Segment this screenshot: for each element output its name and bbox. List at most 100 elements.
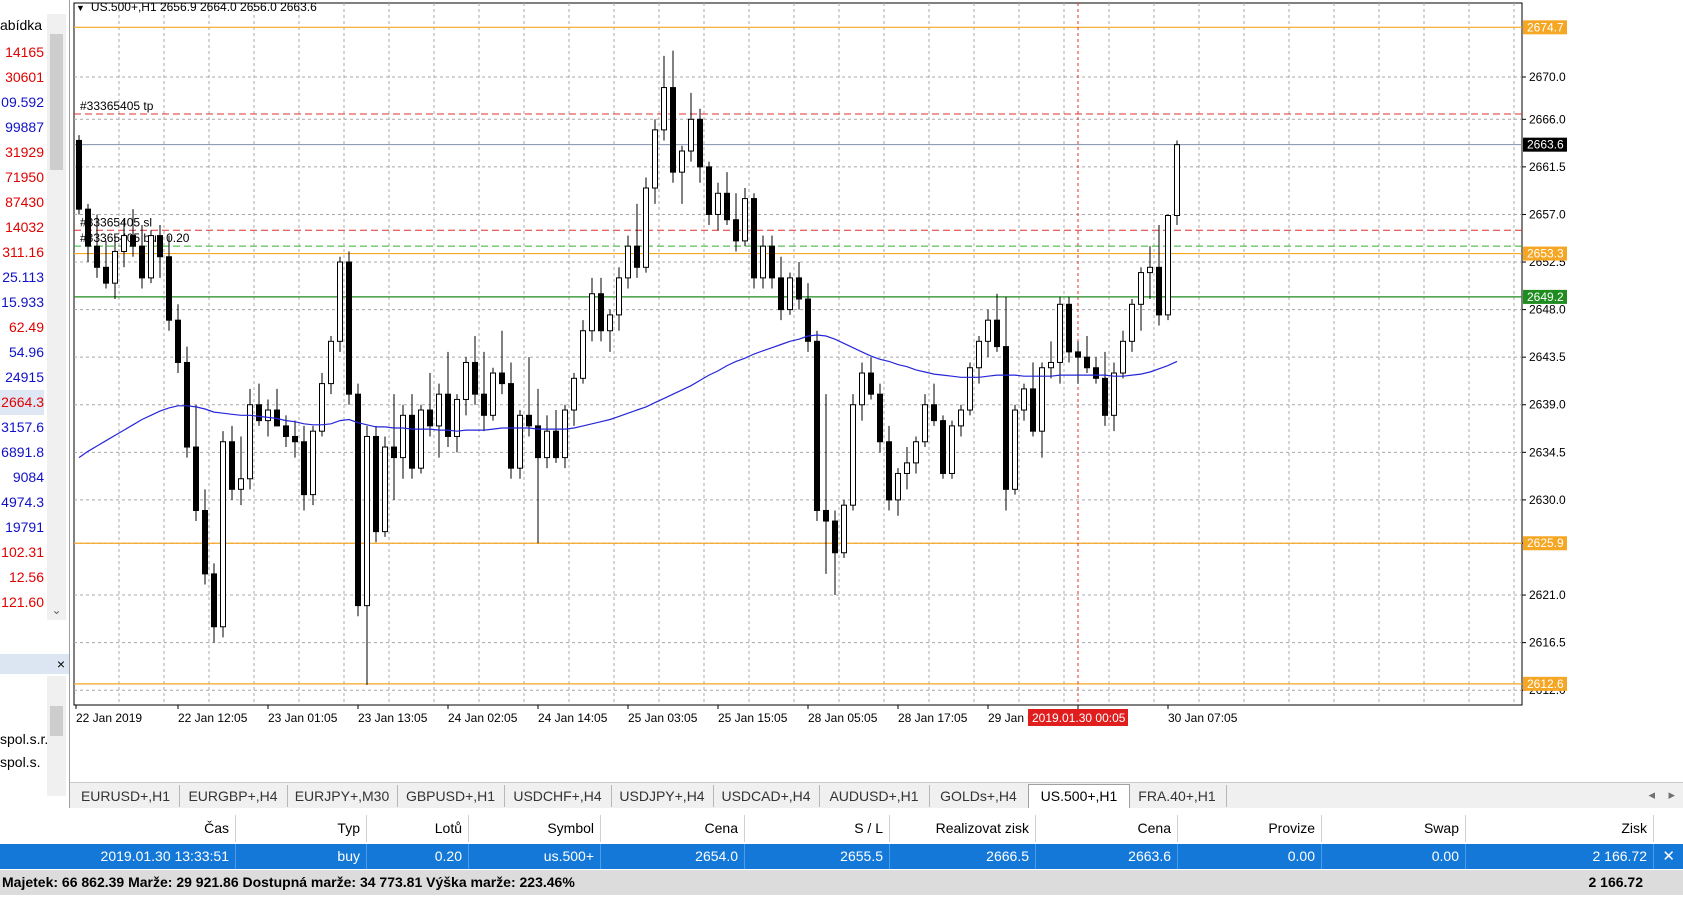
market-watch-value: 30601 [5,69,44,85]
tab-scroll-left-icon[interactable]: ◂ [1648,787,1655,803]
tab-usdjpy-h4[interactable]: USDJPY+,H4 [611,785,714,807]
tab-scroll-right-icon[interactable]: ▸ [1668,787,1675,803]
tab-gbpusd-h1[interactable]: GBPUSD+,H1 [397,785,505,807]
triangle-down-icon[interactable]: ▼ [76,3,85,13]
market-watch-row[interactable]: 09.592 [0,90,44,115]
market-watch-row[interactable]: 99887 [0,115,44,140]
column-header[interactable]: Provize [1178,815,1322,842]
market-watch-row[interactable]: 87430 [0,190,44,215]
candle-body [670,87,676,173]
market-watch-value: 14165 [5,44,44,60]
column-header[interactable]: Cena [601,815,745,842]
market-watch-row[interactable]: 3157.6 [0,415,44,440]
candle-body [1021,388,1027,411]
market-watch-value: 24915 [5,369,44,385]
market-watch-value: 9084 [12,469,44,485]
market-watch-row[interactable]: 14032 [0,215,44,240]
market-watch-row[interactable]: 12.56 [0,565,44,590]
candle-body [751,198,757,279]
candle-body [229,441,235,490]
candle-body [265,409,271,422]
chart-title-text: US.500+,H1 2656.9 2664.0 2656.0 2663.6 [90,0,317,14]
market-watch-row[interactable]: 9084 [0,465,44,490]
column-header[interactable]: S / L [745,815,890,842]
market-watch-row[interactable]: 6891.8 [0,440,44,465]
tab-fra-40-h1[interactable]: FRA.40+,H1 [1128,785,1227,807]
candle-body [436,393,442,427]
tab-usdcad-h4[interactable]: USDCAD+,H4 [713,785,820,807]
column-header[interactable]: Lotů [367,815,469,842]
market-watch-row[interactable]: 24915 [0,365,44,390]
candle-body [643,187,649,268]
close-icon[interactable]: × [57,654,65,674]
chart-tabs-bar: ◂ ▸ EURUSD+,H1 EURGBP+,H4 EURJPY+,M30 GBPUS… [70,782,1683,809]
candle-body [373,435,379,533]
navigator-scrollbar[interactable] [47,676,66,796]
market-watch-row[interactable]: 19791 [0,515,44,540]
chevron-down-icon[interactable]: ⌄ [47,600,66,620]
market-watch-row[interactable]: 4974.3 [0,490,44,515]
tab-eurjpy-m30[interactable]: EURJPY+,M30 [287,785,398,807]
market-watch-row[interactable]: 121.60 [0,590,44,615]
x-tick-label: 25 Jan 03:05 [628,711,698,725]
column-header[interactable]: Zisk [1466,815,1654,842]
column-header[interactable]: Typ [236,815,367,842]
candle-body [589,293,595,332]
market-watch-rows: 14165 30601 09.592 99887 31929 71950 87430 1403… [0,40,44,615]
candle-body [571,377,577,411]
market-watch-value: 121.60 [1,594,44,610]
candle-body [904,462,910,474]
candle-body [76,139,82,210]
candle-body [292,435,298,443]
market-watch-value: 31929 [5,144,44,160]
candle-body [796,277,802,300]
candle-body [517,414,523,469]
market-watch-value: 54.96 [8,344,44,360]
chart-window[interactable]: #33365405 tp#33365405 sl#33365405 buy 0.… [70,0,1683,782]
candle-body [1075,351,1081,358]
tab-us-500-h1[interactable]: US.500+,H1 [1028,784,1130,809]
column-header[interactable]: Symbol [469,815,601,842]
column-header[interactable]: Swap [1322,815,1466,842]
market-watch-row[interactable]: 30601 [0,65,44,90]
candle-body [841,504,847,554]
market-watch-row[interactable]: 2664.3 [0,390,44,415]
market-watch-scrollbar[interactable]: ⌄ [47,14,66,620]
market-watch-row[interactable]: 15.933 [0,290,44,315]
candle-body [697,118,703,168]
column-header[interactable]: Realizovat zisk [890,815,1036,842]
account-summary: Majetek: 66 862.39 Marže: 29 921.86 Dost… [0,870,1683,895]
market-watch-row[interactable]: 311.16 [0,240,44,265]
account-item[interactable]: spol.s.r. [0,731,48,747]
table-row[interactable]: ✕ 2019.01.30 13:33:51 buy 0.20 us.500+ 2654.… [0,844,1683,869]
candle-body [805,298,811,342]
market-watch-row[interactable]: 31929 [0,140,44,165]
market-watch-value: 6891.8 [1,444,44,460]
table-cell: us.500+ [469,844,601,869]
market-watch-row[interactable]: 102.31 [0,540,44,565]
market-watch-row[interactable]: 25.113 [0,265,44,290]
scroll-thumb[interactable] [50,706,63,736]
candle-body [1156,266,1162,316]
price-chart[interactable]: #33365405 tp#33365405 sl#33365405 buy 0.… [70,0,1683,782]
candle-body [724,192,730,221]
market-watch-row[interactable]: 71950 [0,165,44,190]
tab-eurusd-h1[interactable]: EURUSD+,H1 [72,785,180,807]
market-watch-row[interactable]: 62.49 [0,315,44,340]
tab-eurgbp-h4[interactable]: EURGBP+,H4 [179,785,288,807]
candle-body [499,372,505,385]
scroll-thumb[interactable] [50,34,63,170]
close-position-icon[interactable]: ✕ [1662,844,1675,869]
candle-body [706,166,712,215]
tab-usdchf-h4[interactable]: USDCHF+,H4 [504,785,612,807]
tab-golds-h4[interactable]: GOLDs+,H4 [929,785,1029,807]
tab-audusd-h1[interactable]: AUDUSD+,H1 [819,785,930,807]
market-watch-row[interactable]: 14165 [0,40,44,65]
y-tick-label: 2639.0 [1529,398,1566,412]
candle-body [1048,361,1054,369]
candle-body [688,118,694,152]
column-header[interactable]: Čas [0,815,236,842]
market-watch-row[interactable]: 54.96 [0,340,44,365]
column-header[interactable]: Cena [1036,815,1178,842]
account-item[interactable]: spol.s. [0,754,40,770]
